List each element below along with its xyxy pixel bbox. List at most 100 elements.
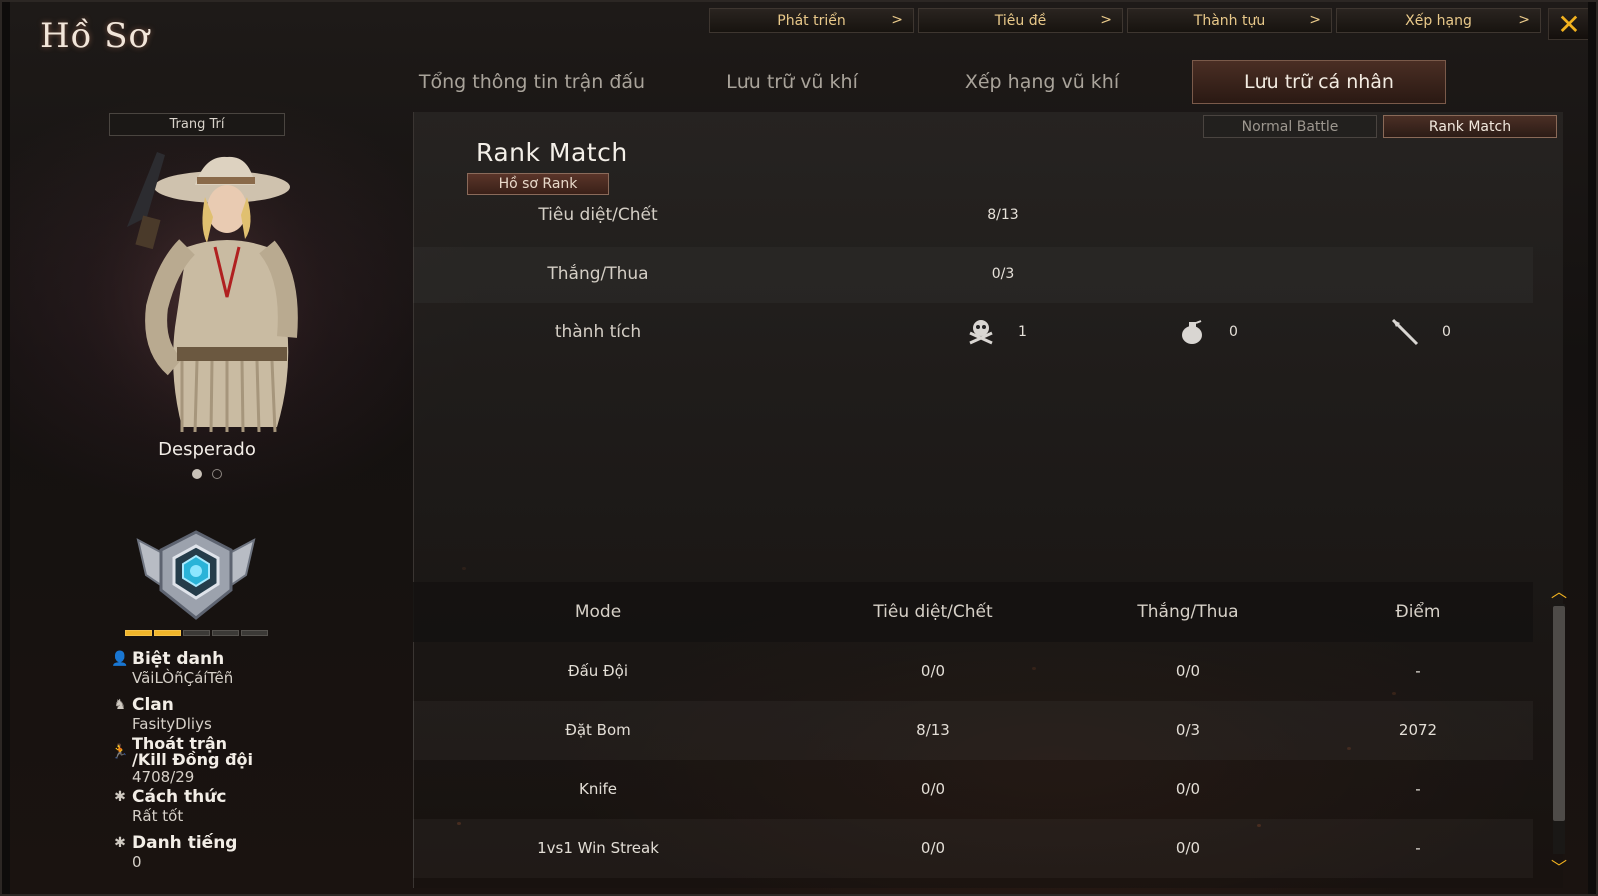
titles-button[interactable]: Tiêu đề > (918, 8, 1123, 33)
rank-emblem-icon (136, 530, 256, 620)
knife-icon (1390, 317, 1420, 347)
info-value: FasityDliys (132, 715, 212, 733)
gear-icon: ✱ (114, 835, 126, 851)
table-cell: - (1415, 780, 1421, 798)
grenade-icon (1177, 317, 1207, 347)
stat-label: thành tích (554, 322, 642, 342)
character-portrait (87, 147, 327, 447)
info-label: Clan (132, 695, 174, 715)
stat-value: 0/3 (991, 266, 1015, 282)
tab-match-overview[interactable]: Tổng thông tin trận đấu (407, 60, 657, 104)
stat-label: Tiêu diệt/Chết (538, 205, 658, 225)
top-button-label: Phát triển (777, 12, 846, 29)
page-title: Hồ Sơ (40, 16, 151, 56)
rank-progress-segment (212, 630, 239, 636)
table-cell: 0/0 (1175, 662, 1201, 680)
scroll-down-icon[interactable]: ﹀ (1549, 854, 1569, 878)
ranking-button[interactable]: Xếp hạng > (1336, 8, 1541, 33)
decorate-button[interactable]: Trang Trí (109, 113, 285, 136)
clan-icon: ♞ (113, 697, 127, 713)
table-cell: 1vs1 Win Streak (537, 839, 659, 857)
tab-weapon-archive[interactable]: Lưu trữ vũ khí (687, 60, 897, 104)
scroll-up-icon[interactable]: ︿ (1549, 578, 1569, 602)
normal-battle-button[interactable]: Normal Battle (1203, 115, 1377, 138)
info-label: Biệt danh (132, 649, 225, 669)
info-quit-teamkill: 🏃 Thoát trận /Kill Đồng đội 4708/29 (111, 734, 262, 787)
table-row: Knife 0/0 0/0 - (413, 760, 1533, 819)
info-clan: ♞ Clan FasityDliys (112, 695, 212, 734)
rank-progress-segment (183, 630, 210, 636)
table-cell: 8/13 (916, 721, 950, 739)
table-row: Đấu Đội 0/0 0/0 - (413, 642, 1533, 701)
mode-stats-table: Mode Tiêu diệt/Chết Thắng/Thua Điểm Đấu … (413, 582, 1533, 878)
table-row: Đặt Bom 8/13 0/3 2072 (413, 701, 1533, 760)
stat-row-achievements: thành tích 1 0 0 (413, 305, 1533, 361)
runner-icon: 🏃 (111, 744, 129, 760)
chevron-right-icon: > (891, 12, 903, 28)
table-cell: 0/0 (920, 662, 946, 680)
table-scrollbar[interactable]: ︿ ﹀ (1549, 582, 1567, 877)
scroll-thumb[interactable] (1553, 606, 1565, 821)
info-reputation: ✱ Danh tiếng 0 (112, 833, 238, 872)
carousel-dot[interactable] (192, 469, 202, 479)
character-carousel-dots (192, 469, 222, 479)
top-button-label: Xếp hạng (1405, 12, 1472, 29)
chevron-right-icon: > (1518, 12, 1530, 28)
rank-match-button[interactable]: Rank Match (1383, 115, 1557, 138)
info-value: VãiLÒñÇáíTêñ (132, 669, 234, 687)
info-label: Danh tiếng (132, 833, 238, 853)
rank-progress-segment (125, 630, 152, 636)
close-icon: ✕ (1557, 7, 1581, 41)
carousel-dot[interactable] (212, 469, 222, 479)
character-name: Desperado (158, 439, 256, 460)
develop-button[interactable]: Phát triển > (709, 8, 914, 33)
profile-window: Hồ Sơ Phát triển > Tiêu đề > Thành tựu >… (0, 0, 1598, 896)
stat-row-wl: Thắng/Thua 0/3 (413, 247, 1533, 303)
chevron-right-icon: > (1100, 12, 1112, 28)
achievement-value: 0 (1229, 324, 1238, 340)
table-cell: Đặt Bom (565, 721, 631, 739)
achievement-grenade: 0 (1177, 317, 1238, 347)
achievement-value: 1 (1018, 324, 1027, 340)
table-cell: Đấu Đội (567, 662, 629, 680)
info-nickname: 👤 Biệt danh VãiLÒñÇáíTêñ (111, 649, 234, 688)
achievement-value: 0 (1442, 324, 1451, 340)
stat-value: 8/13 (987, 207, 1019, 223)
info-label: Cách thức (132, 787, 227, 807)
info-manner: ✱ Cách thức Rất tốt (112, 787, 227, 826)
table-cell: 0/3 (1175, 721, 1201, 739)
achievement-knife: 0 (1390, 317, 1451, 347)
table-cell: 0/0 (1175, 780, 1201, 798)
table-cell: 2072 (1398, 721, 1438, 739)
column-header: Thắng/Thua (1137, 602, 1239, 622)
info-value: 4708/29 (132, 768, 195, 786)
table-cell: - (1415, 662, 1421, 680)
table-cell: 0/0 (920, 780, 946, 798)
stat-label: Thắng/Thua (547, 264, 649, 284)
table-cell: - (1415, 839, 1421, 857)
info-value: 0 (132, 853, 142, 871)
info-value: Rất tốt (132, 807, 184, 825)
rank-progress-segment (241, 630, 268, 636)
info-label: Thoát trận /Kill Đồng đội (132, 734, 254, 769)
tab-weapon-ranking[interactable]: Xếp hạng vũ khí (947, 60, 1137, 104)
column-header: Tiêu diệt/Chết (873, 602, 993, 622)
table-header: Mode Tiêu diệt/Chết Thắng/Thua Điểm (413, 582, 1533, 642)
top-button-label: Tiêu đề (994, 12, 1047, 29)
achievements-button[interactable]: Thành tựu > (1127, 8, 1332, 33)
table-row: 1vs1 Win Streak 0/0 0/0 - (413, 819, 1533, 878)
chevron-right-icon: > (1309, 12, 1321, 28)
section-title: Rank Match (476, 138, 628, 167)
table-cell: 0/0 (920, 839, 946, 857)
table-cell: 0/0 (1175, 839, 1201, 857)
close-button[interactable]: ✕ (1548, 7, 1590, 41)
rank-progress-segment (154, 630, 181, 636)
top-nav: Phát triển > Tiêu đề > Thành tựu > Xếp h… (709, 8, 1541, 33)
gear-icon: ✱ (114, 789, 126, 805)
table-cell: Knife (578, 780, 618, 798)
column-header: Điểm (1395, 602, 1441, 622)
tab-personal-archive[interactable]: Lưu trữ cá nhân (1192, 60, 1446, 104)
achievement-headshot: 1 (966, 317, 1027, 347)
person-icon: 👤 (111, 651, 129, 667)
rank-progress-bar (125, 630, 268, 636)
